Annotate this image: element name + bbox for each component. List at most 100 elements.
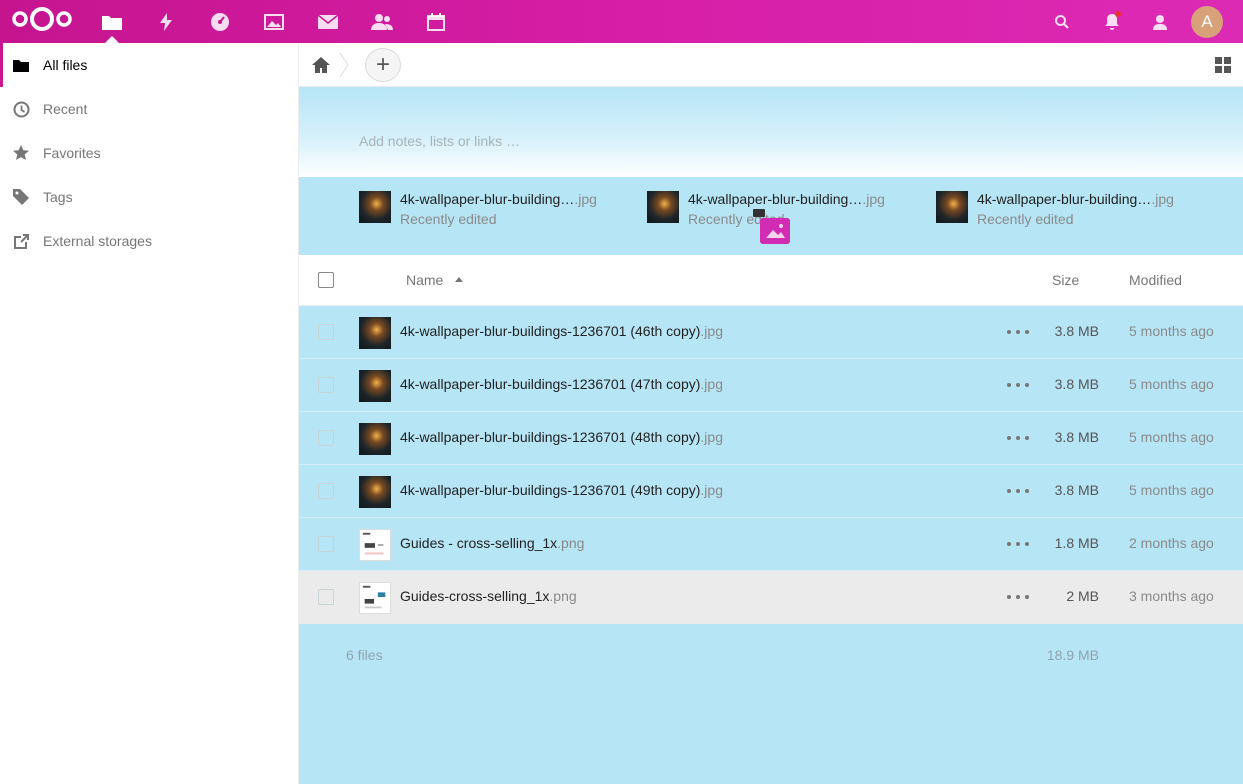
sidebar-item-label: All files bbox=[43, 57, 88, 73]
table-row[interactable]: Guides - cross-selling_1x.png 1.8 MB 2 m… bbox=[299, 518, 1243, 571]
recent-file-name: 4k-wallpaper-blur-building… bbox=[688, 191, 863, 207]
row-checkbox[interactable] bbox=[318, 324, 334, 340]
file-actions-menu[interactable] bbox=[1007, 376, 1029, 394]
tag-icon bbox=[12, 188, 30, 206]
home-icon[interactable] bbox=[311, 55, 331, 75]
mail-icon bbox=[318, 14, 338, 29]
row-checkbox[interactable] bbox=[318, 430, 334, 446]
recent-file-card[interactable]: 4k-wallpaper-blur-building….jpg Recently… bbox=[359, 191, 597, 231]
recent-file-ext: .jpg bbox=[574, 191, 597, 207]
file-thumbnail bbox=[359, 582, 391, 614]
contacts-menu-button[interactable] bbox=[1137, 0, 1187, 43]
rich-workspace[interactable]: Add notes, lists or links … bbox=[299, 87, 1243, 177]
file-basename: 4k-wallpaper-blur-buildings-1236701 (49t… bbox=[400, 482, 701, 498]
file-basename: Guides - cross-selling_1x bbox=[400, 535, 558, 551]
file-name[interactable]: 4k-wallpaper-blur-buildings-1236701 (47t… bbox=[400, 376, 723, 392]
sidebar-item-all-files[interactable]: All files bbox=[0, 43, 298, 87]
file-actions-menu[interactable] bbox=[1007, 429, 1029, 447]
file-extension: .jpg bbox=[700, 323, 723, 339]
table-row[interactable]: 4k-wallpaper-blur-buildings-1236701 (48t… bbox=[299, 412, 1243, 465]
file-actions-menu[interactable] bbox=[1007, 323, 1029, 341]
mail-app-button[interactable] bbox=[308, 0, 348, 43]
file-extension: .jpg bbox=[700, 429, 723, 445]
row-checkbox[interactable] bbox=[318, 377, 334, 393]
calendar-icon bbox=[427, 12, 445, 31]
file-actions-menu[interactable] bbox=[1007, 535, 1029, 553]
file-extension: .jpg bbox=[700, 482, 723, 498]
dashboard-app-button[interactable] bbox=[200, 0, 240, 43]
file-name[interactable]: Guides-cross-selling_1x.png bbox=[400, 588, 577, 604]
file-extension: .jpg bbox=[700, 376, 723, 392]
file-size: 3.8 MB bbox=[1054, 376, 1099, 392]
row-checkbox[interactable] bbox=[318, 589, 334, 605]
file-actions-menu[interactable] bbox=[1007, 588, 1029, 606]
search-icon bbox=[1055, 14, 1069, 29]
recent-file-ext: .jpg bbox=[862, 191, 885, 207]
file-name[interactable]: 4k-wallpaper-blur-buildings-1236701 (48t… bbox=[400, 429, 723, 445]
table-row[interactable]: Guides-cross-selling_1x.png 2 MB 3 month… bbox=[299, 571, 1243, 624]
nextcloud-logo[interactable] bbox=[11, 6, 73, 32]
file-modified: 2 months ago bbox=[1129, 535, 1214, 551]
contacts-menu-icon bbox=[1153, 14, 1167, 30]
file-actions-menu[interactable] bbox=[1007, 482, 1029, 500]
calendar-app-button[interactable] bbox=[416, 0, 456, 43]
file-name[interactable]: 4k-wallpaper-blur-buildings-1236701 (46t… bbox=[400, 323, 723, 339]
file-basename: Guides-cross-selling_1x bbox=[400, 588, 550, 604]
breadcrumb-separator bbox=[339, 52, 349, 78]
file-extension: .png bbox=[549, 588, 577, 604]
sidebar-item-label: Favorites bbox=[43, 145, 101, 161]
table-row[interactable]: 4k-wallpaper-blur-buildings-1236701 (49t… bbox=[299, 465, 1243, 518]
header-right: A bbox=[1037, 0, 1243, 43]
file-size: 2 MB bbox=[1066, 588, 1099, 604]
file-name[interactable]: Guides - cross-selling_1x.png bbox=[400, 535, 584, 551]
notification-dot bbox=[1115, 11, 1121, 17]
photos-app-button[interactable] bbox=[254, 0, 294, 43]
recent-file-subtitle: Recently edited bbox=[400, 211, 497, 227]
name-column-header[interactable]: Name bbox=[406, 272, 464, 288]
modified-column-header[interactable]: Modified bbox=[1129, 272, 1182, 288]
sidebar-item-tags[interactable]: Tags bbox=[0, 175, 298, 219]
recent-file-card[interactable]: 4k-wallpaper-blur-building….jpg Recently… bbox=[936, 191, 1174, 231]
file-modified: 5 months ago bbox=[1129, 323, 1214, 339]
search-button[interactable] bbox=[1037, 0, 1087, 43]
activity-app-button[interactable] bbox=[146, 0, 186, 43]
select-all-checkbox[interactable] bbox=[318, 272, 334, 288]
file-name[interactable]: 4k-wallpaper-blur-buildings-1236701 (49t… bbox=[400, 482, 723, 498]
notifications-button[interactable] bbox=[1087, 0, 1137, 43]
file-size: 1.8 MB bbox=[1054, 535, 1099, 551]
recent-file-ext: .jpg bbox=[1151, 191, 1174, 207]
star-icon bbox=[12, 144, 30, 162]
contacts-app-button[interactable] bbox=[362, 0, 402, 43]
add-new-button[interactable]: + bbox=[365, 48, 401, 82]
file-size: 3.8 MB bbox=[1054, 429, 1099, 445]
row-checkbox[interactable] bbox=[318, 483, 334, 499]
table-row[interactable]: 4k-wallpaper-blur-buildings-1236701 (46t… bbox=[299, 306, 1243, 359]
size-column-header[interactable]: Size bbox=[1052, 272, 1079, 288]
file-list-header: Name Size Modified bbox=[299, 255, 1243, 306]
sidebar-item-recent[interactable]: Recent bbox=[0, 87, 298, 131]
drag-image-icon bbox=[760, 218, 790, 244]
sidebar-item-label: Tags bbox=[43, 189, 73, 205]
sidebar-item-external-storages[interactable]: External storages bbox=[0, 219, 298, 263]
external-link-icon bbox=[12, 232, 30, 250]
app-navigation bbox=[92, 0, 470, 43]
recent-file-thumbnail bbox=[936, 191, 968, 223]
recent-file-name: 4k-wallpaper-blur-building… bbox=[977, 191, 1152, 207]
total-size: 18.9 MB bbox=[1046, 647, 1099, 663]
user-avatar[interactable]: A bbox=[1191, 5, 1223, 38]
table-row[interactable]: 4k-wallpaper-blur-buildings-1236701 (47t… bbox=[299, 359, 1243, 412]
notes-placeholder[interactable]: Add notes, lists or links … bbox=[359, 133, 520, 149]
file-modified: 5 months ago bbox=[1129, 429, 1214, 445]
files-app-button[interactable] bbox=[92, 0, 132, 43]
row-checkbox[interactable] bbox=[318, 536, 334, 552]
files-controls-bar: + bbox=[299, 43, 1243, 87]
activity-icon bbox=[160, 12, 172, 31]
name-header-label: Name bbox=[406, 272, 444, 288]
recent-file-thumbnail bbox=[647, 191, 679, 223]
grid-view-icon[interactable] bbox=[1215, 57, 1231, 73]
folder-icon bbox=[12, 56, 30, 74]
file-basename: 4k-wallpaper-blur-buildings-1236701 (48t… bbox=[400, 429, 701, 445]
file-thumbnail bbox=[359, 476, 391, 508]
sidebar-item-favorites[interactable]: Favorites bbox=[0, 131, 298, 175]
file-count: 6 files bbox=[346, 647, 383, 663]
